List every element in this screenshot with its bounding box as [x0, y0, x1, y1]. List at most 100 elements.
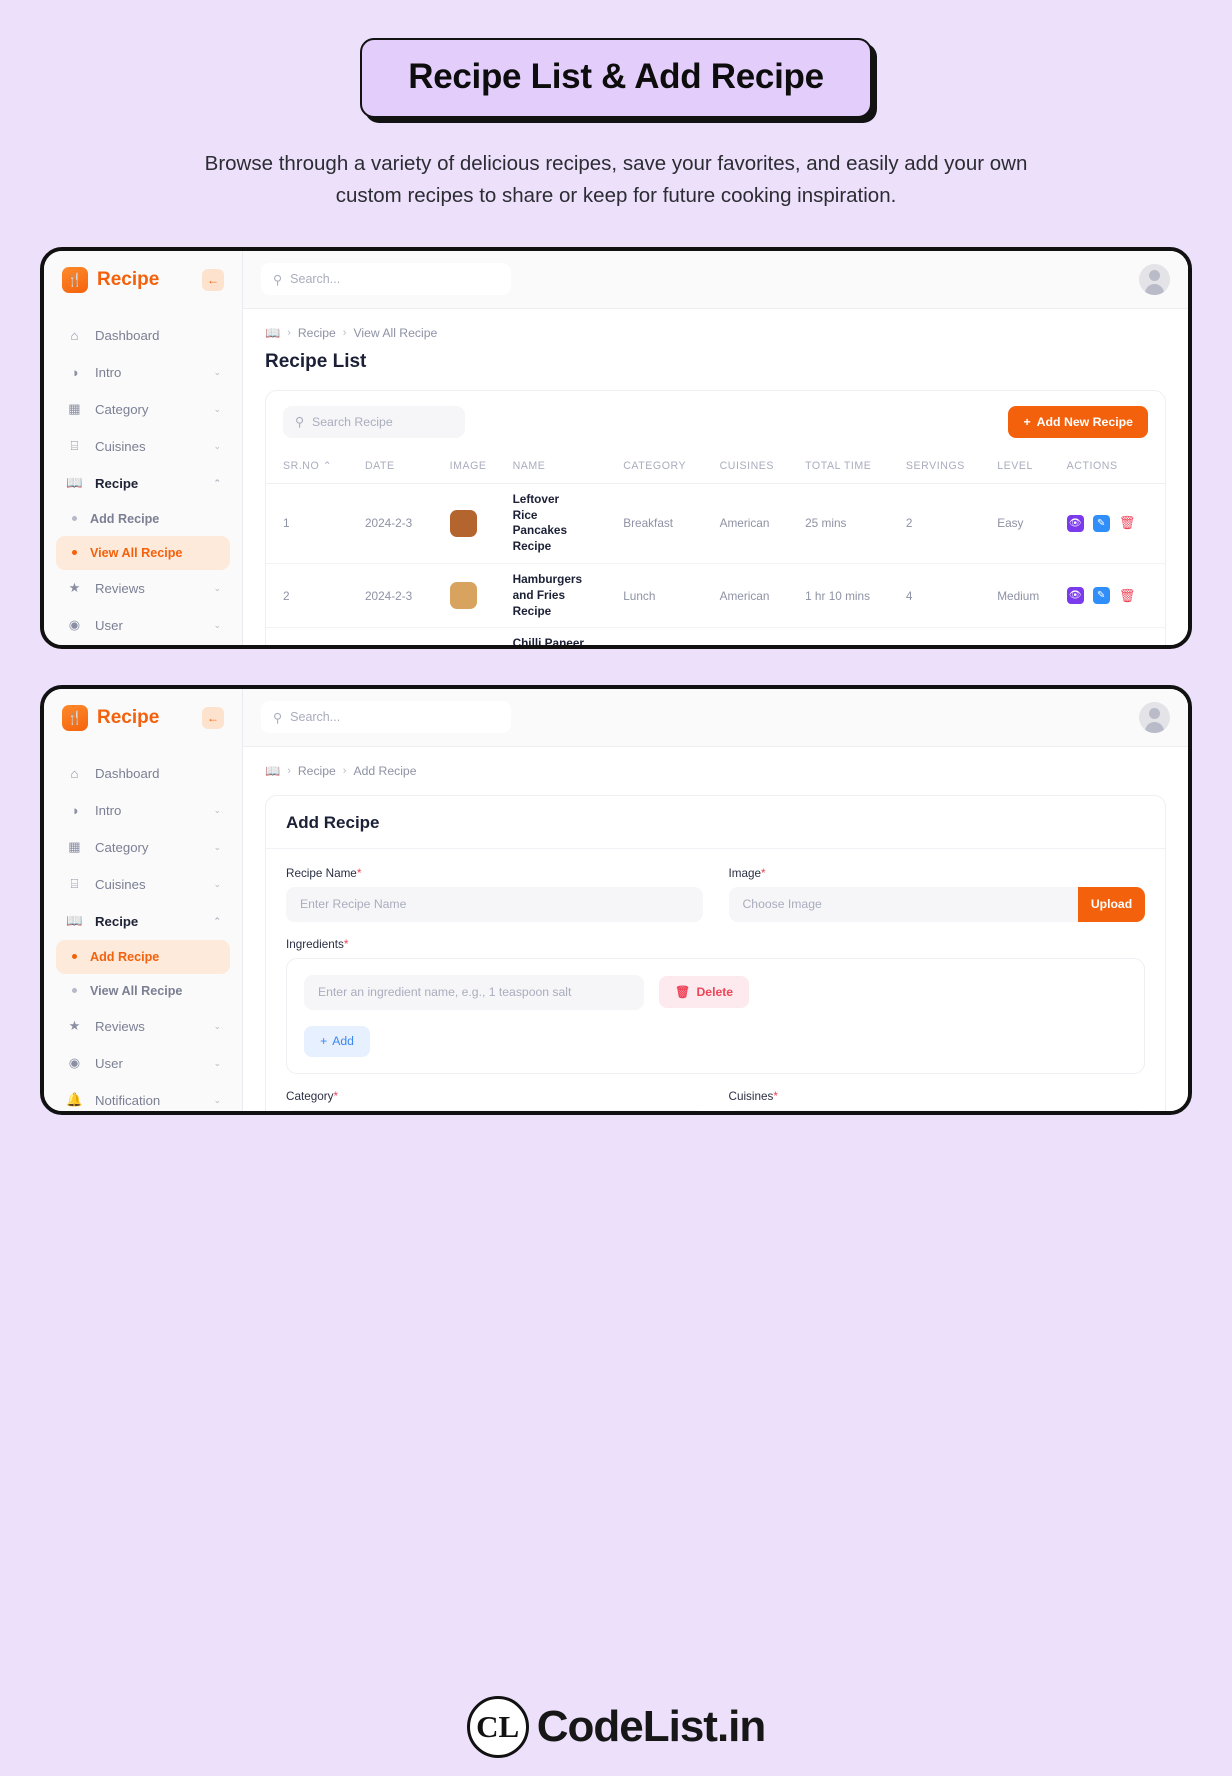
search-recipe-placeholder: Search Recipe: [312, 414, 393, 429]
table-header-row: SR.NO ⌃ DATE IMAGE NAME CATEGORY CUISINES TOTA…: [266, 450, 1165, 484]
sidebar-item-cuisines[interactable]: ⌸ Cuisines ⌄: [56, 428, 230, 465]
table-body: 1 2024-2-3 Leftover Rice Pancakes Recipe Br…: [266, 483, 1165, 645]
col-actions: ACTIONS: [1060, 450, 1165, 484]
sidebar-item-label: Intro: [95, 364, 122, 380]
choose-image-input[interactable]: Choose Image: [728, 886, 1078, 922]
hero-subtitle: Browse through a variety of delicious re…: [204, 152, 1028, 208]
cell-sr-no: 1: [266, 483, 359, 564]
cell-servings: 4: [899, 563, 992, 629]
chevron-icon: ⌄: [213, 878, 221, 889]
col-cuisines: CUISINES: [713, 450, 800, 484]
codelist-text: CodeList.in: [536, 1702, 767, 1751]
sidebar-item-label: Dashboard: [95, 327, 160, 343]
chevron-icon: ⌄: [213, 440, 221, 451]
collapse-arrow-icon[interactable]: ←: [202, 706, 224, 729]
add-ingredient-button[interactable]: + Add: [304, 1025, 370, 1057]
sidebar-subitem-add-recipe[interactable]: Add Recipe: [56, 939, 230, 974]
trash-icon[interactable]: 🗑: [1119, 515, 1136, 532]
cutlery-icon: ⌸: [70, 438, 79, 454]
sidebar-item-dashboard[interactable]: ⌂ Dashboard: [56, 755, 230, 792]
intro-icon: ◑: [70, 802, 79, 818]
add-new-recipe-button[interactable]: + Add New Recipe: [1008, 405, 1148, 438]
breadcrumb-sep: ›: [287, 764, 291, 777]
col-total-time: TOTAL TIME: [799, 450, 900, 484]
cell-actions: 👁 ✎ 🗑: [1060, 563, 1165, 629]
sidebar-item-category[interactable]: ▦ Category ⌄: [56, 391, 230, 428]
cell-cuisines: Chinese: [713, 627, 800, 645]
sidebar-item-intro[interactable]: ◑ Intro ⌄: [56, 354, 230, 391]
plus-icon: +: [1023, 414, 1031, 429]
ingredients-box: Enter an ingredient name, e.g., 1 teaspo…: [286, 957, 1145, 1074]
add-recipe-form: Recipe Name* Enter Recipe Name Image* Ch…: [266, 849, 1165, 1111]
sidebar-item-notification[interactable]: 🔔Notification⌄: [56, 1082, 230, 1111]
table-row: 1 2024-2-3 Leftover Rice Pancakes Recipe Br…: [266, 483, 1165, 564]
sidebar-item-dashboard[interactable]: ⌂ Dashboard: [56, 317, 230, 354]
cell-image: [443, 627, 507, 645]
edit-pencil-icon[interactable]: ✎: [1092, 514, 1110, 532]
sidebar-nav: ⌂ Dashboard ◑ Intro ⌄ ▦ Category ⌄ ⌸ Cuisines ⌄ 📖 Re…: [56, 747, 230, 1111]
ingredient-input[interactable]: Enter an ingredient name, e.g., 1 teaspo…: [304, 974, 644, 1010]
avatar[interactable]: [1139, 263, 1170, 295]
sidebar-item-cuisines[interactable]: ⌸ Cuisines ⌄: [56, 866, 230, 903]
table-row: 32024-2-3 Chilli Paneer Frankie Recipe Bre…: [266, 627, 1165, 645]
sidebar-item-reviews[interactable]: ★ Reviews ⌄: [56, 570, 230, 607]
sidebar-subitem-label: Add Recipe: [90, 949, 160, 964]
recipe-name: Hamburgers and Fries Recipe: [512, 571, 583, 618]
sidebar-item-category[interactable]: ▦ Category ⌄: [56, 829, 230, 866]
recipe-thumbnail: [449, 582, 477, 610]
sidebar-item-reviews[interactable]: ★ Reviews ⌄: [56, 1008, 230, 1045]
search-input[interactable]: ⚲ Search...: [261, 263, 511, 296]
sidebar-item-label: User: [95, 617, 123, 633]
collapse-arrow-icon[interactable]: ←: [202, 268, 224, 291]
recipe-name: Chilli Paneer Frankie Recipe: [512, 636, 585, 645]
form-content: 📖 › Recipe › Add Recipe Add Recipe Recip…: [243, 747, 1188, 1111]
choose-image-placeholder: Choose Image: [742, 897, 822, 912]
star-icon: ★: [68, 1018, 81, 1034]
recipe-book-icon: 🍴: [62, 266, 88, 293]
topbar: ⚲ Search...: [243, 688, 1188, 747]
trash-icon[interactable]: 🗑: [1119, 587, 1136, 604]
chevron-icon: ⌄: [213, 1094, 221, 1105]
recipe-name-input[interactable]: Enter Recipe Name: [286, 886, 703, 922]
cell-actions: 👁✎🗑: [1060, 627, 1165, 645]
cuisines-select[interactable]: Select a cuisines ⌄: [728, 1109, 1145, 1111]
sidebar-subitem-view-all-recipe[interactable]: View All Recipe: [56, 535, 230, 570]
upload-button[interactable]: Upload: [1078, 886, 1145, 922]
sidebar-subitem-view-all-recipe[interactable]: View All Recipe: [56, 974, 230, 1008]
sidebar-item-intro[interactable]: ◑ Intro ⌄: [56, 792, 230, 829]
search-recipe-input[interactable]: ⚲ Search Recipe: [283, 405, 465, 438]
sidebar-item-notification[interactable]: 🔔Notification⌄: [56, 644, 230, 645]
recipe-name-placeholder: Enter Recipe Name: [300, 897, 407, 912]
sidebar-item-user[interactable]: ◉ User ⌄: [56, 607, 230, 644]
sidebar-item-recipe[interactable]: 📖 Recipe ⌃: [56, 465, 230, 502]
ingredients-label: Ingredients*: [286, 937, 349, 951]
sidebar-subitem-add-recipe[interactable]: Add Recipe: [56, 502, 230, 536]
image-label: Image*: [728, 866, 766, 880]
recipe-thumbnail: [449, 509, 477, 537]
topbar: ⚲ Search...: [243, 250, 1188, 309]
breadcrumb-sep: ›: [287, 326, 291, 339]
brand: 🍴 Recipe ←: [56, 251, 230, 309]
book-icon: 📖: [66, 475, 83, 491]
edit-pencil-icon[interactable]: ✎: [1092, 587, 1110, 605]
chevron-icon: ⌃: [213, 915, 221, 926]
recipe-table-card: ⚲ Search Recipe + Add New Recipe SR.NO ⌃…: [265, 389, 1166, 645]
col-sr-no[interactable]: SR.NO ⌃: [266, 450, 359, 484]
delete-ingredient-button[interactable]: 🗑 Delete: [659, 976, 750, 1009]
grid-icon: ▦: [68, 401, 81, 417]
sidebar-item-recipe[interactable]: 📖 Recipe ⌃: [56, 903, 230, 940]
view-icon[interactable]: 👁: [1066, 514, 1084, 532]
breadcrumb-item-recipe[interactable]: Recipe: [298, 764, 336, 778]
breadcrumb-item-recipe[interactable]: Recipe: [298, 326, 336, 340]
cuisines-field: Cuisines* Select a cuisines ⌄: [728, 1090, 1145, 1111]
avatar[interactable]: [1139, 701, 1170, 733]
cell-total-time: 30 mins: [799, 627, 900, 645]
breadcrumb-item-current: Add Recipe: [353, 763, 417, 778]
grid-icon: ▦: [68, 839, 81, 855]
sidebar-item-user[interactable]: ◉ User ⌄: [56, 1045, 230, 1082]
sidebar-subitem-label: Add Recipe: [90, 511, 160, 526]
category-select[interactable]: Select a category ⌄: [286, 1109, 703, 1111]
view-icon[interactable]: 👁: [1066, 587, 1084, 605]
col-image: IMAGE: [443, 450, 507, 484]
search-input[interactable]: ⚲ Search...: [261, 701, 511, 734]
